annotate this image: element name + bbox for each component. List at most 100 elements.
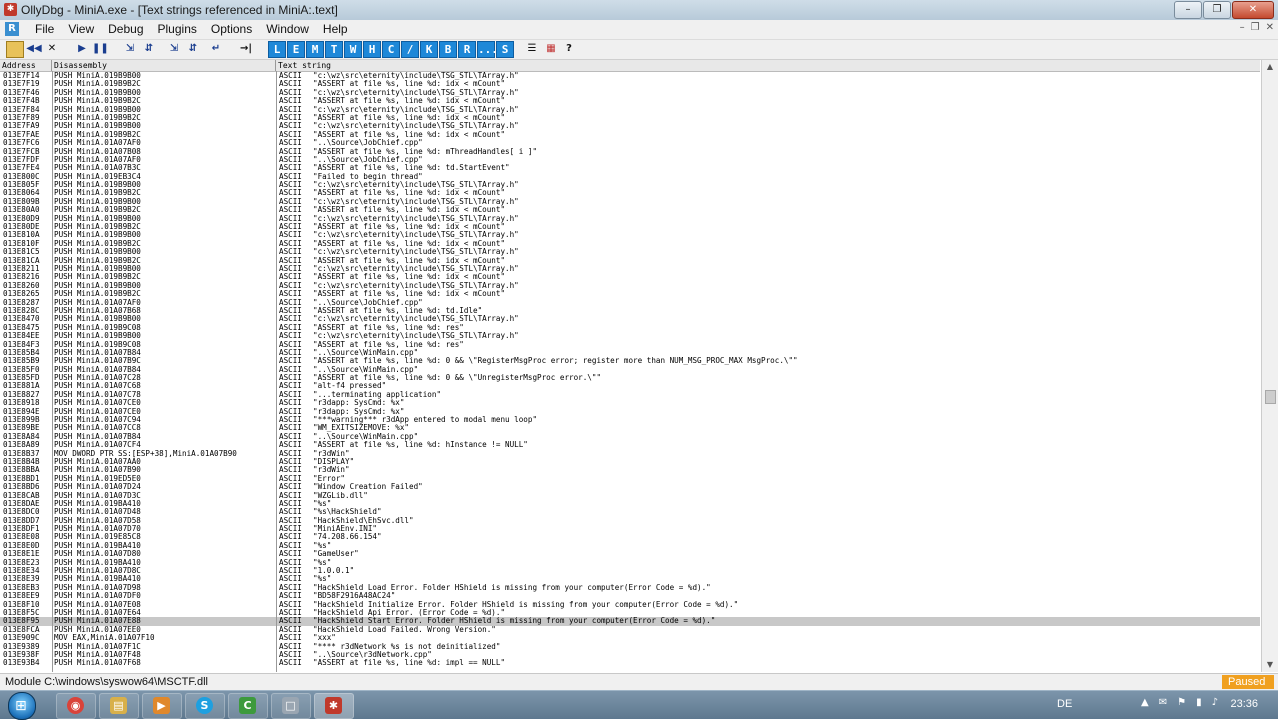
language-indicator[interactable]: DE bbox=[1057, 698, 1072, 710]
list-row[interactable]: 013E7FAE PUSH MiniA.019B9B2C ASCII "ASSERT … bbox=[0, 131, 1260, 139]
list-icon[interactable]: ☰ bbox=[524, 41, 540, 56]
modules-window-button[interactable]: E bbox=[287, 41, 305, 58]
list-row[interactable]: 013E89BE PUSH MiniA.01A07CC8 ASCII "WM_EXIT… bbox=[0, 424, 1260, 432]
menu-plugins[interactable]: Plugins bbox=[151, 22, 204, 36]
list-row[interactable]: 013E894E PUSH MiniA.01A07CE0 ASCII "r3dapp:… bbox=[0, 408, 1260, 416]
list-row[interactable]: 013E7FCB PUSH MiniA.01A07B08 ASCII "ASSERT … bbox=[0, 148, 1260, 156]
log-window-button[interactable]: L bbox=[268, 41, 286, 58]
list-row[interactable]: 013E8BBA PUSH MiniA.01A07B90 ASCII "r3dWin" bbox=[0, 466, 1260, 474]
list-row[interactable]: 013E7F84 PUSH MiniA.019B9B00 ASCII "c:\wz\s… bbox=[0, 106, 1260, 114]
minimize-button[interactable]: – bbox=[1174, 1, 1202, 19]
list-row[interactable]: 013E8918 PUSH MiniA.01A07CE0 ASCII "r3dapp:… bbox=[0, 399, 1260, 407]
list-row[interactable]: 013E8A89 PUSH MiniA.01A07CF4 ASCII "ASSERT … bbox=[0, 441, 1260, 449]
list-row[interactable]: 013E80DE PUSH MiniA.019B9B2C ASCII "ASSERT … bbox=[0, 223, 1260, 231]
list-row[interactable]: 013E85B9 PUSH MiniA.01A07B9C ASCII "ASSERT … bbox=[0, 357, 1260, 365]
run-icon[interactable]: ▶ bbox=[74, 41, 90, 56]
run-trace-window-button[interactable]: ... bbox=[477, 41, 498, 58]
maximize-button[interactable]: ❐ bbox=[1203, 1, 1231, 19]
list-row[interactable]: 013E8064 PUSH MiniA.019B9B2C ASCII "ASSERT … bbox=[0, 189, 1260, 197]
scroll-thumb[interactable] bbox=[1265, 390, 1276, 404]
menu-debug[interactable]: Debug bbox=[101, 22, 150, 36]
close-icon[interactable]: ✕ bbox=[44, 41, 60, 56]
references-window-button[interactable]: R bbox=[458, 41, 476, 58]
list-row[interactable]: 013E8A84 PUSH MiniA.01A07B84 ASCII "..\Sour… bbox=[0, 433, 1260, 441]
open-icon[interactable] bbox=[6, 41, 24, 58]
mdi-close-button[interactable]: ✕ bbox=[1266, 22, 1274, 33]
help-icon[interactable]: ? bbox=[562, 41, 576, 56]
list-row[interactable]: 013E8F95 PUSH MiniA.01A07E88 ASCII "HackShi… bbox=[0, 617, 1260, 626]
list-row[interactable]: 013E8E08 PUSH MiniA.019E85C8 ASCII "74.208.… bbox=[0, 533, 1260, 541]
list-row[interactable]: 013E8E1E PUSH MiniA.01A07D80 ASCII "GameUse… bbox=[0, 550, 1260, 558]
step-over-icon[interactable]: ⇵ bbox=[141, 41, 157, 56]
list-row[interactable]: 013E8265 PUSH MiniA.019B9B2C ASCII "ASSERT … bbox=[0, 290, 1260, 298]
list-row[interactable]: 013E8F5C PUSH MiniA.01A07E64 ASCII "HackShi… bbox=[0, 609, 1260, 617]
list-row[interactable]: 013E8E0D PUSH MiniA.019BA410 ASCII "%s" bbox=[0, 542, 1260, 550]
grid-icon[interactable]: ▦ bbox=[543, 41, 559, 56]
list-row[interactable]: 013E85F0 PUSH MiniA.01A07B84 ASCII "..\Sour… bbox=[0, 366, 1260, 374]
list-row[interactable]: 013E9389 PUSH MiniA.01A07F1C ASCII "**** r3… bbox=[0, 643, 1260, 651]
start-button[interactable]: ⊞ bbox=[8, 692, 36, 720]
list-row[interactable]: 013E8DD7 PUSH MiniA.01A07D58 ASCII "HackShi… bbox=[0, 517, 1260, 525]
list-row[interactable]: 013E8E39 PUSH MiniA.019BA410 ASCII "%s" bbox=[0, 575, 1260, 583]
source-window-button[interactable]: S bbox=[496, 41, 514, 58]
list-row[interactable]: 013E8BD1 PUSH MiniA.019ED5E0 ASCII "Error" bbox=[0, 475, 1260, 483]
list-row[interactable]: 013E810A PUSH MiniA.019B9B00 ASCII "c:\wz\s… bbox=[0, 231, 1260, 239]
mdi-child-icon[interactable]: R bbox=[5, 22, 19, 36]
ollydbg-app-icon[interactable]: ✱ bbox=[4, 3, 17, 16]
execute-till-return-icon[interactable]: ↵ bbox=[208, 41, 224, 56]
list-row[interactable]: 013E8475 PUSH MiniA.019B9C08 ASCII "ASSERT … bbox=[0, 324, 1260, 332]
scroll-up-icon[interactable]: ▲ bbox=[1262, 60, 1278, 74]
list-row[interactable]: 013E84EE PUSH MiniA.019B9B00 ASCII "c:\wz\s… bbox=[0, 332, 1260, 340]
list-row[interactable]: 013E7F89 PUSH MiniA.019B9B2C ASCII "ASSERT … bbox=[0, 114, 1260, 122]
column-disassembly[interactable]: Disassembly bbox=[52, 60, 276, 71]
list-row[interactable]: 013E8287 PUSH MiniA.01A07AF0 ASCII "..\Sour… bbox=[0, 299, 1260, 307]
patches-window-button[interactable]: / bbox=[401, 41, 419, 58]
list-row[interactable]: 013E8827 PUSH MiniA.01A07C78 ASCII "...term… bbox=[0, 391, 1260, 399]
menu-help[interactable]: Help bbox=[316, 22, 355, 36]
list-row[interactable]: 013E7FE4 PUSH MiniA.01A07B3C ASCII "ASSERT … bbox=[0, 164, 1260, 172]
column-text-string[interactable]: Text string bbox=[276, 60, 1260, 71]
taskbar-app-cheatengine[interactable]: C bbox=[228, 693, 268, 719]
list-row[interactable]: 013E8216 PUSH MiniA.019B9B2C ASCII "ASSERT … bbox=[0, 273, 1260, 281]
list-row[interactable]: 013E8DF1 PUSH MiniA.01A07D70 ASCII "MiniAEn… bbox=[0, 525, 1260, 533]
list-row[interactable]: 013E8DAE PUSH MiniA.019BA410 ASCII "%s" bbox=[0, 500, 1260, 508]
list-row[interactable]: 013E80A0 PUSH MiniA.019B9B2C ASCII "ASSERT … bbox=[0, 206, 1260, 214]
list-row[interactable]: 013E81CA PUSH MiniA.019B9B2C ASCII "ASSERT … bbox=[0, 257, 1260, 265]
threads-window-button[interactable]: T bbox=[325, 41, 343, 58]
taskbar-app-explorer[interactable]: ▤ bbox=[99, 693, 139, 719]
list-row[interactable]: 013E85FD PUSH MiniA.01A07C28 ASCII "ASSERT … bbox=[0, 374, 1260, 382]
menu-view[interactable]: View bbox=[61, 22, 101, 36]
list-row[interactable]: 013E8EB3 PUSH MiniA.01A07D98 ASCII "HackShi… bbox=[0, 584, 1260, 592]
list-row[interactable]: 013E899B PUSH MiniA.01A07C94 ASCII "***warn… bbox=[0, 416, 1260, 424]
list-row[interactable]: 013E7FA9 PUSH MiniA.019B9B00 ASCII "c:\wz\s… bbox=[0, 122, 1260, 130]
menu-file[interactable]: File bbox=[28, 22, 61, 36]
windows-window-button[interactable]: W bbox=[344, 41, 362, 58]
column-address[interactable]: Address bbox=[0, 60, 52, 71]
cpu-window-button[interactable]: C bbox=[382, 41, 400, 58]
list-row[interactable]: 013E7F4B PUSH MiniA.019B9B2C ASCII "ASSERT … bbox=[0, 97, 1260, 105]
show-hidden-icons-icon[interactable]: ▲ bbox=[1141, 697, 1149, 708]
list-row[interactable]: 013E881A PUSH MiniA.01A07C68 ASCII "alt-f4 … bbox=[0, 382, 1260, 390]
step-into-icon[interactable]: ⇲ bbox=[122, 41, 138, 56]
menu-options[interactable]: Options bbox=[204, 22, 259, 36]
list-row[interactable]: 013E805F PUSH MiniA.019B9B00 ASCII "c:\wz\s… bbox=[0, 181, 1260, 189]
list-row[interactable]: 013E7FDF PUSH MiniA.01A07AF0 ASCII "..\Sour… bbox=[0, 156, 1260, 164]
list-row[interactable]: 013E93B4 PUSH MiniA.01A07F68 ASCII "ASSERT … bbox=[0, 659, 1260, 667]
list-row[interactable]: 013E7F14 PUSH MiniA.019B9B00 ASCII "c:\wz\s… bbox=[0, 72, 1260, 80]
list-row[interactable]: 013E828C PUSH MiniA.01A07B68 ASCII "ASSERT … bbox=[0, 307, 1260, 315]
restart-icon[interactable]: ◀◀ bbox=[26, 41, 42, 56]
list-row[interactable]: 013E8CAB PUSH MiniA.01A07D3C ASCII "WZGLib.… bbox=[0, 492, 1260, 500]
taskbar-app-ollydbg[interactable]: ✱ bbox=[314, 693, 354, 719]
taskbar-app-chrome[interactable]: ◉ bbox=[56, 693, 96, 719]
taskbar-app-skype[interactable]: S bbox=[185, 693, 225, 719]
list-row[interactable]: 013E809B PUSH MiniA.019B9B00 ASCII "c:\wz\s… bbox=[0, 198, 1260, 206]
list-row[interactable]: 013E8EE9 PUSH MiniA.01A07DF0 ASCII "BD58F29… bbox=[0, 592, 1260, 600]
list-row[interactable]: 013E800C PUSH MiniA.019EB3C4 ASCII "Failed … bbox=[0, 173, 1260, 181]
list-row[interactable]: 013E8B4B PUSH MiniA.01A07AA0 ASCII "DISPLAY… bbox=[0, 458, 1260, 466]
list-row[interactable]: 013E85B4 PUSH MiniA.01A07B84 ASCII "..\Sour… bbox=[0, 349, 1260, 357]
taskbar-app-notepad[interactable]: □ bbox=[271, 693, 311, 719]
mail-icon[interactable]: ✉ bbox=[1159, 697, 1167, 708]
action-center-icon[interactable]: ⚑ bbox=[1177, 697, 1186, 708]
pause-icon[interactable]: ❚❚ bbox=[92, 41, 109, 56]
scroll-down-icon[interactable]: ▼ bbox=[1262, 658, 1278, 672]
